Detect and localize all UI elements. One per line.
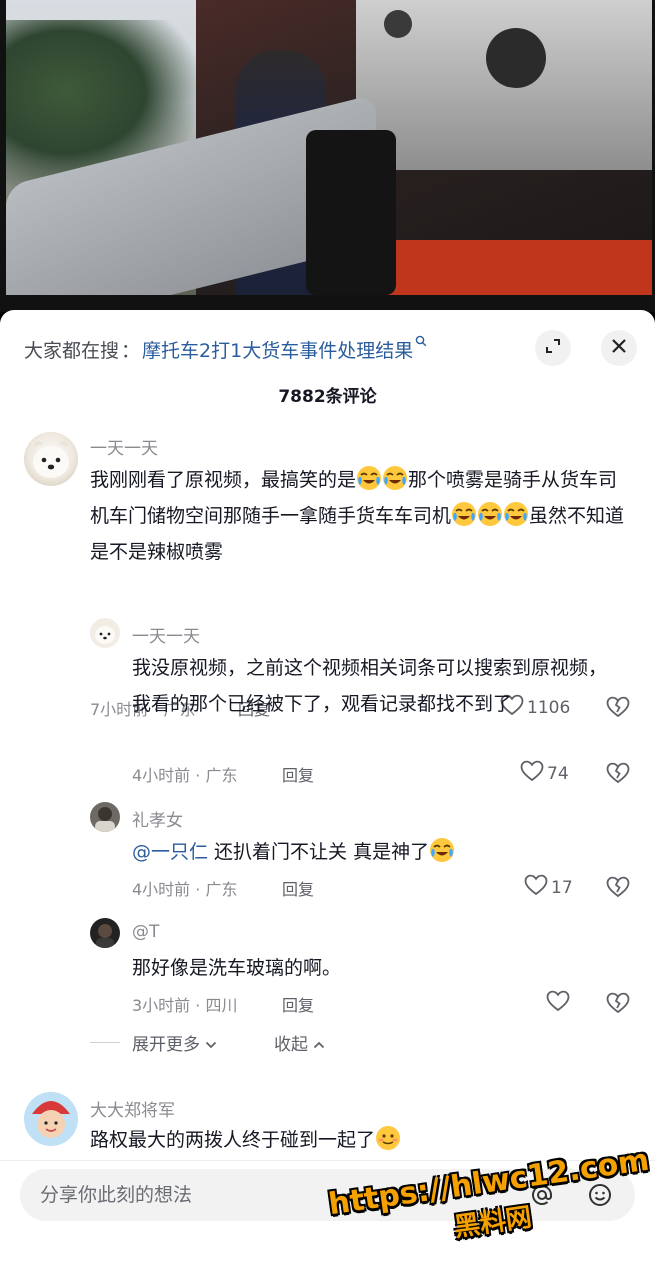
like-count: 17 <box>551 877 573 898</box>
laughing-tears-emoji <box>356 465 382 491</box>
reply-username[interactable]: 一天一天 <box>132 622 200 647</box>
comment-username[interactable]: 大大郑将军 <box>90 1096 175 1121</box>
chevron-down-icon <box>205 1035 217 1055</box>
broken-heart-icon <box>606 992 630 1018</box>
like-button[interactable]: 17 <box>524 874 573 901</box>
video-frame <box>6 0 652 295</box>
laughing-tears-emoji <box>382 465 408 491</box>
like-count: 74 <box>547 763 569 784</box>
avatar[interactable] <box>90 618 120 648</box>
collapse-label: 收起 <box>274 1035 308 1055</box>
video-player[interactable] <box>0 0 655 312</box>
comment-sheet: 大家都在搜 ： 摩托车2打1大货车事件处理结果 7882条评论 一天一天 我刚刚 <box>0 310 655 1280</box>
mention-link[interactable]: @一只仁 <box>132 841 208 863</box>
reply-username[interactable]: @T <box>132 922 159 942</box>
dislike-button[interactable] <box>606 876 630 902</box>
chevron-up-icon <box>313 1035 325 1055</box>
trending-search-colon: ： <box>121 339 141 362</box>
comment-text: 我刚刚看了原视频，最搞笑的是 那个喷雾是骑手从货车司机车门储物空间那随手一拿随手货… <box>90 462 630 570</box>
reply-text: 我没原视频，之前这个视频相关词条可以搜索到原视频，我看的那个已经被下了，观看记录… <box>132 657 608 715</box>
close-button[interactable] <box>601 330 637 366</box>
reply-username[interactable]: 礼孝女 <box>132 806 183 831</box>
reply-time-location: 4小时前 · 广东 <box>132 880 238 899</box>
laughing-tears-emoji <box>477 501 503 527</box>
expand-more-label: 展开更多 <box>132 1035 200 1055</box>
trending-search-query[interactable]: 摩托车2打1大货车事件处理结果 <box>142 336 413 363</box>
fold-divider <box>90 1042 120 1043</box>
sweat-smile-emoji <box>375 1125 401 1151</box>
trending-search-label: 大家都在搜 <box>24 339 120 362</box>
comment-count: 7882条评论 <box>278 387 377 407</box>
reply-time-location: 3小时前 · 四川 <box>132 996 238 1015</box>
laughing-tears-emoji <box>429 837 455 863</box>
avatar[interactable] <box>90 802 120 832</box>
avatar[interactable] <box>24 1092 78 1146</box>
reply-fold-controls: 展开更多 收起 <box>90 1030 390 1055</box>
close-icon <box>611 338 627 358</box>
reply-text-part: 还扒着门不让关 真是神了 <box>208 841 430 863</box>
reply-item: @T 那好像是洗车玻璃的啊。 3小时前 · 四川 回复 <box>0 916 655 1026</box>
comment-text-part: 我刚刚看了原视频，最搞笑的是 <box>90 469 357 491</box>
avatar[interactable] <box>24 432 78 486</box>
reply-button[interactable]: 回复 <box>282 992 314 1016</box>
reply-item: 一天一天 我没原视频，之前这个视频相关词条可以搜索到原视频，我看的那个已经被下了… <box>0 616 655 796</box>
heart-icon <box>546 990 573 1017</box>
like-button[interactable]: 74 <box>520 760 569 787</box>
broken-heart-icon <box>606 762 630 788</box>
heart-icon <box>520 760 547 787</box>
reply-time-location: 4小时前 · 广东 <box>132 766 238 785</box>
reply-text: 那好像是洗车玻璃的啊。 <box>132 957 342 979</box>
like-button[interactable] <box>546 990 573 1017</box>
reply-text: @一只仁 还扒着门不让关 真是神了 <box>132 834 622 870</box>
reply-button[interactable]: 回复 <box>282 876 314 900</box>
comment-text-part: 路权最大的两拨人终于碰到一起了 <box>90 1129 376 1151</box>
heart-icon <box>524 874 551 901</box>
comment-username[interactable]: 一天一天 <box>90 434 158 459</box>
laughing-tears-emoji <box>503 501 529 527</box>
collapse-button[interactable]: 收起 <box>274 1030 325 1055</box>
expand-icon <box>544 337 562 359</box>
broken-heart-icon <box>606 876 630 902</box>
laughing-tears-emoji <box>451 501 477 527</box>
dislike-button[interactable] <box>606 992 630 1018</box>
expand-more-button[interactable]: 展开更多 <box>132 1030 217 1055</box>
comment-text: 路权最大的两拨人终于碰到一起了 <box>90 1122 630 1158</box>
search-icon <box>415 335 427 351</box>
dislike-button[interactable] <box>606 762 630 788</box>
reply-item: 礼孝女 @一只仁 还扒着门不让关 真是神了 4小时前 · 广东 回复 17 <box>0 800 655 910</box>
expand-button[interactable] <box>535 330 571 366</box>
reply-button[interactable]: 回复 <box>282 762 314 786</box>
trending-search-bar[interactable]: 大家都在搜 ： 摩托车2打1大货车事件处理结果 <box>24 334 427 364</box>
avatar[interactable] <box>90 918 120 948</box>
